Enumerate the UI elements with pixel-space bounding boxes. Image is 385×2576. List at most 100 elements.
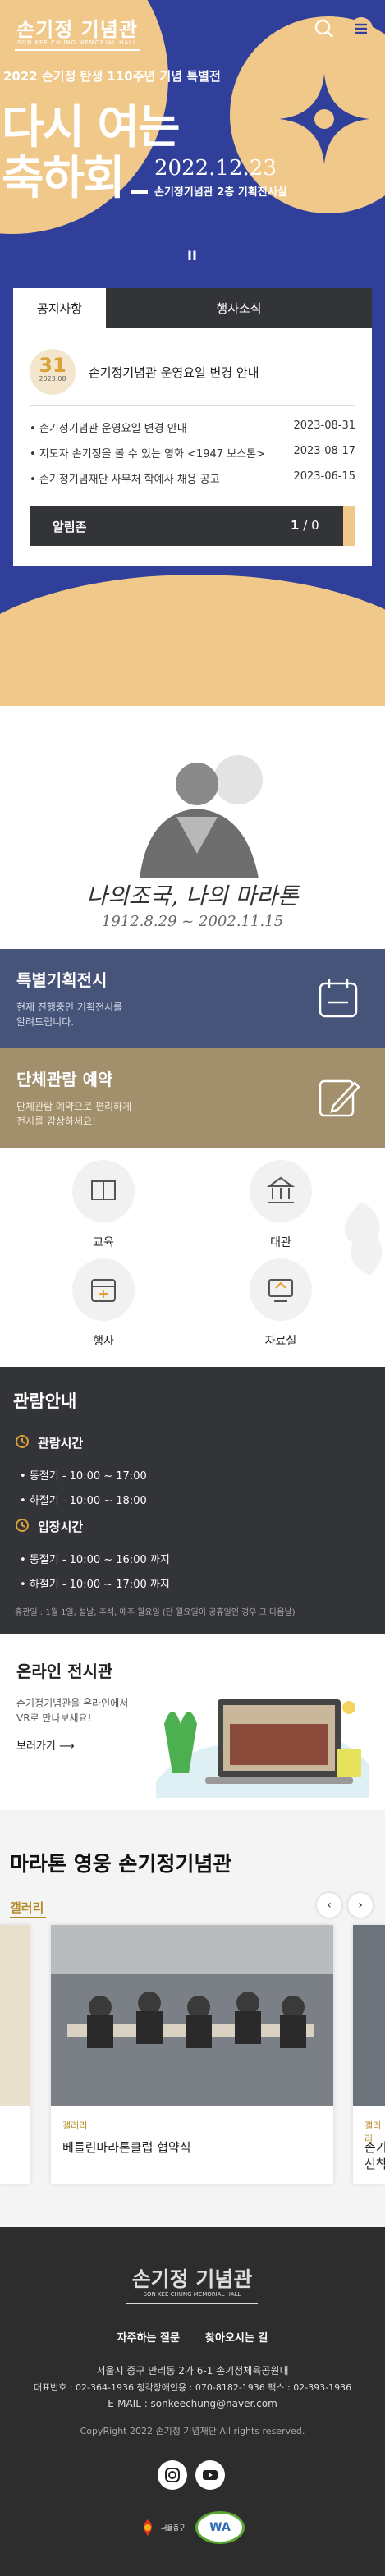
youtube-icon	[203, 2470, 218, 2480]
visiting-guide: 관람안내 관람시간 • 동절기 - 10:00 ~ 17:00 • 하절기 - …	[0, 1367, 385, 1634]
gallery-tab[interactable]: 갤러리	[10, 1899, 44, 1916]
alert-zone-next-button[interactable]	[343, 506, 355, 546]
directions-link[interactable]: 찾아오시는 길	[205, 2332, 268, 2345]
group-desc-1: 단체관람 예약으로 편리하게	[16, 1101, 132, 1112]
chevron-right-icon: ›	[358, 1899, 363, 1912]
hero-gold-circle-bottom	[0, 575, 385, 706]
instagram-icon	[165, 2468, 180, 2482]
gallery-card[interactable]: 갤러리 베를린마라톤클럽 협약식	[51, 1925, 333, 2184]
footer-contact: 대표번호 : 02-364-1936 청각장애인용 : 070-8182-193…	[33, 2382, 352, 2393]
building-icon	[266, 1176, 296, 1203]
chevron-left-icon: ‹	[327, 1899, 332, 1912]
alert-zone-label: 알림존	[53, 520, 87, 534]
decoration-watermark-icon	[344, 1202, 383, 1276]
online-desc-2: VR로 만나보세요!	[16, 1712, 92, 1724]
footer-links: 자주하는 질문 찾아오시는 길	[0, 2329, 385, 2345]
quick-event-button[interactable]	[72, 1258, 135, 1321]
arrow-right-icon: ⟶	[58, 1740, 75, 1753]
logo-subtext: SON KEE CHUNG MEMORIAL HALL	[17, 39, 137, 46]
junggu-logo-icon	[144, 2519, 152, 2536]
special-desc-2: 알려드립니다.	[16, 1016, 75, 1028]
notice-item-title: • 손기정기념재단 사무처 학예사 채용 공고	[30, 474, 220, 486]
gallery-card-title: 손기	[364, 2140, 385, 2155]
gallery-photo	[353, 1925, 385, 2106]
special-title: 특별기획전시	[16, 970, 108, 990]
portrait-section: 나의조국, 나의 마라톤 1912.8.29 ~ 2002.11.15	[0, 706, 385, 949]
entry-summer: • 하절기 - 10:00 ~ 17:00 까지	[20, 1579, 170, 1591]
guide-title: 관람안내	[13, 1391, 77, 1411]
gallery-prev-button[interactable]: ‹	[317, 1893, 341, 1918]
closed-days: 휴관일 : 1월 1일, 설날, 추석, 매주 월요일 (단 월요일이 공휴일인…	[15, 1608, 296, 1617]
gallery-card-category: 갤러리	[62, 2120, 88, 2131]
featured-date-badge: 31 2023.08	[30, 349, 76, 395]
hero-kicker: 2022 손기정 탄생 110주년 기념 특별전	[3, 69, 221, 84]
entry-title: 입장시간	[38, 1519, 84, 1534]
quick-archive-button[interactable]	[250, 1258, 312, 1321]
alert-zone-pager: 1 / 0	[291, 518, 319, 533]
featured-notice-title[interactable]: 손기정기념관 운영요일 변경 안내	[89, 364, 259, 381]
gallery-photo	[0, 1925, 30, 2106]
instagram-button[interactable]	[158, 2460, 187, 2490]
online-more-link[interactable]: 보러가기 ⟶	[16, 1737, 75, 1753]
alert-zone-bar[interactable]: 알림존 1 / 0	[30, 506, 355, 546]
notice-item-date: 2023-08-31	[293, 419, 355, 432]
footer-copyright: CopyRight 2022 손기정 기념재단 All rights reser…	[80, 2426, 305, 2436]
notice-item[interactable]: • 지도자 손기정을 볼 수 있는 영화 <1947 보스톤> 2023-08-…	[30, 445, 355, 461]
notice-item-title: • 지도자 손기정을 볼 수 있는 영화 <1947 보스톤>	[30, 448, 265, 461]
youtube-button[interactable]	[195, 2460, 225, 2490]
gallery-card-partial-right[interactable]: 갤러리 손기 선착	[353, 1925, 385, 2184]
hero-underline	[131, 190, 148, 194]
clock-icon	[16, 1435, 29, 1448]
footer-email: E-MAIL : sonkeechung@naver.com	[108, 2398, 277, 2409]
archive-icon	[268, 1279, 293, 1302]
featured-ym: 2023.08	[39, 375, 66, 383]
gallery-card-title: 선착	[364, 2157, 385, 2171]
hours-title: 관람시간	[38, 1436, 84, 1451]
clock-icon	[16, 1519, 29, 1532]
footer-logo-subtext: SON KEE CHUNG MEMORIAL HALL	[143, 2291, 241, 2298]
notice-item-title: • 손기정기념관 운영요일 변경 안내	[30, 423, 187, 435]
notice-item-date: 2023-08-17	[293, 445, 355, 457]
footer-logo[interactable]: 손기정 기념관 SON KEE CHUNG MEMORIAL HALL	[126, 2258, 258, 2304]
quick-label-archive: 자료실	[264, 1335, 297, 1348]
special-exhibition-band[interactable]: 특별기획전시 현재 진행중인 기획전시를 알려드립니다.	[0, 949, 385, 1048]
hours-summer: • 하절기 - 10:00 ~ 18:00	[20, 1495, 147, 1507]
hours-winter: • 동절기 - 10:00 ~ 17:00	[20, 1470, 147, 1483]
logo-text: 손기정 기념관	[16, 18, 138, 41]
gallery-next-button[interactable]: ›	[348, 1893, 373, 1918]
online-exhibition: 온라인 전시관 손기정기념관을 온라인에서 VR로 만나보세요! 보러가기 ⟶	[0, 1634, 385, 1810]
notice-item-date: 2023-06-15	[293, 470, 355, 483]
entry-winter: • 동절기 - 10:00 ~ 16:00 까지	[20, 1554, 170, 1566]
badge-wa: WA	[195, 2511, 245, 2544]
gallery-section: 마라톤 영웅 손기정기념관 갤러리 ‹ › 갤러리 베를린마라톤클럽 협약식 갤…	[0, 1810, 385, 2227]
tab-notice[interactable]: 공지사항	[13, 288, 106, 328]
menu-icon[interactable]	[349, 16, 374, 41]
group-reservation-band[interactable]: 단체관람 예약 단체관람 예약으로 편리하게 전시를 감상하세요!	[0, 1048, 385, 1148]
notice-item[interactable]: • 손기정기념재단 사무처 학예사 채용 공고 2023-06-15	[30, 470, 355, 486]
quote-line-2: 1912.8.29 ~ 2002.11.15	[101, 913, 284, 930]
notice-item[interactable]: • 손기정기념관 운영요일 변경 안내 2023-08-31	[30, 419, 355, 435]
footer-address: 서울시 중구 만리동 2가 6-1 손기정체육공원내	[96, 2365, 289, 2377]
badge-junggu: 서울중구	[138, 2516, 190, 2539]
star-ornament-icon	[279, 74, 369, 164]
hero-venue: 손기정기념관 2층 기획전시실	[154, 186, 287, 199]
quick-rental-button[interactable]	[250, 1160, 312, 1222]
featured-day: 31	[39, 354, 66, 377]
gallery-photo	[51, 1925, 333, 2106]
notice-divider	[30, 405, 355, 406]
search-icon[interactable]	[312, 16, 337, 41]
hero-pause-button[interactable]: II	[187, 248, 197, 264]
quick-education-button[interactable]	[72, 1160, 135, 1222]
footer-logo-text: 손기정 기념관	[131, 2267, 253, 2291]
hero-headline-2: 축하회	[2, 151, 126, 205]
online-desc-1: 손기정기념관을 온라인에서	[16, 1698, 129, 1709]
special-desc-1: 현재 진행중인 기획전시를	[16, 1002, 123, 1013]
gallery-heading: 마라톤 영웅 손기정기념관	[10, 1852, 232, 1876]
site-logo[interactable]: 손기정 기념관 SON KEE CHUNG MEMORIAL HALL	[15, 8, 140, 51]
gallery-card-partial-left[interactable]	[0, 1925, 30, 2184]
site-footer: 손기정 기념관 SON KEE CHUNG MEMORIAL HALL 자주하는…	[0, 2227, 385, 2576]
online-exhibition-illustration-icon	[156, 1699, 369, 1798]
tab-events[interactable]: 행사소식	[106, 288, 372, 328]
faq-link[interactable]: 자주하는 질문	[117, 2332, 180, 2345]
gallery-card-title: 베를린마라톤클럽 협약식	[62, 2140, 191, 2155]
